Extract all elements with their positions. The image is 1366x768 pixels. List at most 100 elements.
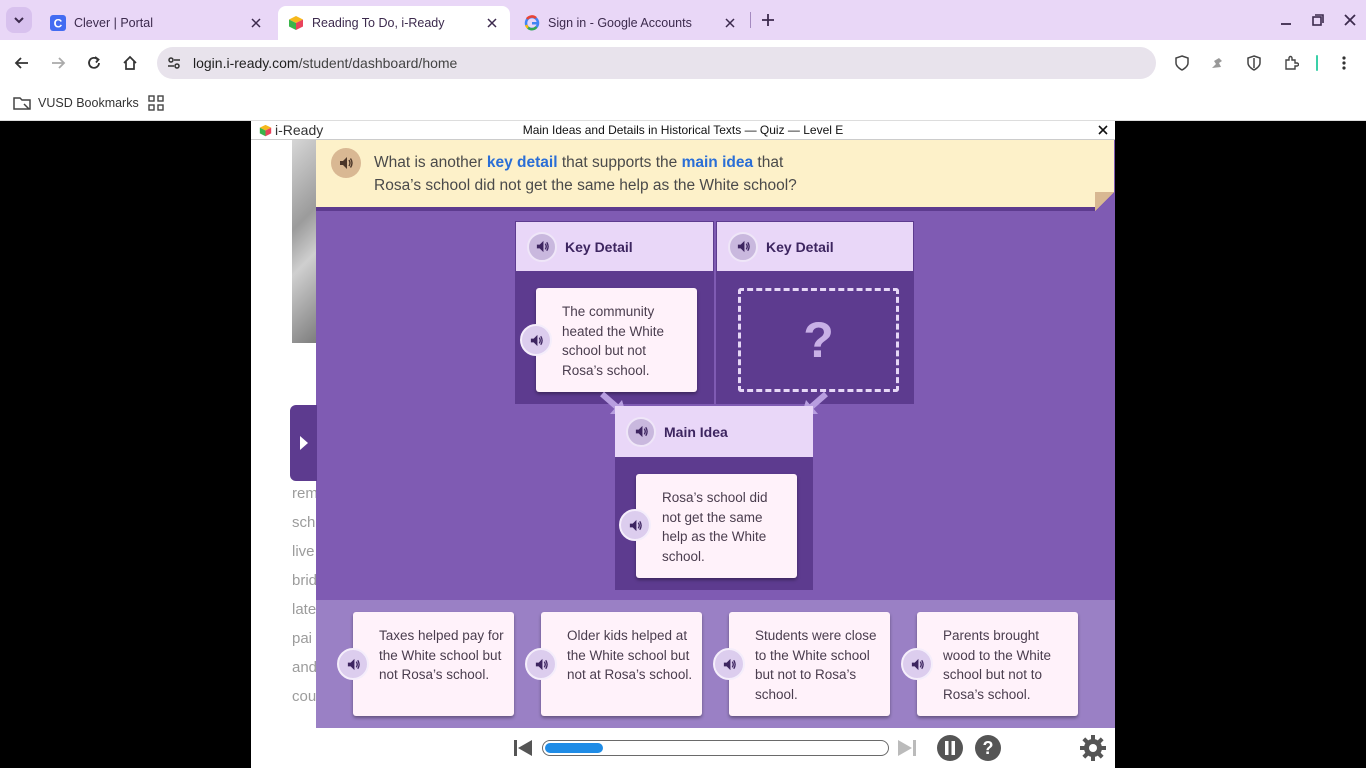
answer-text: Parents brought wood to the White school… <box>943 628 1052 702</box>
tab-label: Reading To Do, i-Ready <box>312 16 445 30</box>
help-button[interactable]: ? <box>973 734 1003 762</box>
close-icon[interactable] <box>484 15 500 31</box>
main-idea-card: Rosa’s school did not get the same help … <box>636 474 797 578</box>
main-idea-term[interactable]: main idea <box>682 154 754 171</box>
extensions-button[interactable] <box>1281 53 1301 73</box>
shield-extension-button[interactable] <box>1172 53 1192 73</box>
pause-button[interactable] <box>935 734 965 762</box>
answer-audio-button[interactable] <box>901 648 933 680</box>
question-part: that <box>753 154 784 171</box>
menu-button[interactable] <box>1334 53 1354 73</box>
speaker-icon <box>723 658 736 670</box>
home-icon <box>123 55 137 70</box>
settings-button[interactable] <box>1078 734 1108 762</box>
bookmark-label: VUSD Bookmarks <box>38 96 139 110</box>
question-audio-button[interactable] <box>331 148 361 178</box>
answer-drop-zone[interactable]: ? <box>738 288 899 392</box>
speaker-icon <box>530 334 543 346</box>
arrow-right-icon <box>52 57 66 69</box>
pinned-extension-button[interactable] <box>1207 53 1227 73</box>
plus-icon <box>762 14 774 26</box>
answer-card-2[interactable]: Older kids helped at the White school bu… <box>541 612 702 716</box>
main-idea-heading: Main Idea <box>664 423 728 440</box>
minimize-button[interactable] <box>1274 8 1298 32</box>
speaker-icon <box>535 658 548 670</box>
key-detail-heading: Key Detail <box>565 238 633 255</box>
previous-button[interactable] <box>508 734 538 762</box>
url-path: /student/dashboard/home <box>298 55 458 71</box>
close-lesson-button[interactable] <box>1095 122 1111 138</box>
site-info-icon[interactable] <box>165 54 183 72</box>
key-detail-header-2: Key Detail <box>717 222 913 271</box>
restore-button[interactable] <box>1306 8 1330 32</box>
speaker-icon <box>629 519 642 531</box>
new-tab-button[interactable] <box>758 10 778 30</box>
tab-label: Clever | Portal <box>74 16 153 30</box>
passage-fragment: brid <box>292 572 318 589</box>
iready-icon <box>288 15 304 31</box>
shield-check-extension-button[interactable] <box>1244 53 1264 73</box>
speaker-icon <box>347 658 360 670</box>
progress-fill <box>545 743 603 753</box>
gear-icon <box>1080 735 1106 761</box>
tab-google[interactable]: Sign in - Google Accounts <box>514 6 748 40</box>
tab-iready[interactable]: Reading To Do, i-Ready <box>278 6 510 40</box>
answer-audio-button[interactable] <box>337 648 369 680</box>
help-icon: ? <box>975 735 1001 761</box>
close-icon <box>1098 125 1108 135</box>
speaker-icon <box>737 240 750 253</box>
profile-indicator <box>1316 55 1318 71</box>
chevron-down-icon <box>14 17 24 24</box>
svg-text:?: ? <box>983 738 994 758</box>
tab-clever[interactable]: C Clever | Portal <box>40 6 274 40</box>
answer-card-3[interactable]: Students were close to the White school … <box>729 612 890 716</box>
passage-fragment: pai <box>292 630 313 647</box>
answer-card-4[interactable]: Parents brought wood to the White school… <box>917 612 1078 716</box>
answer-audio-button[interactable] <box>713 648 745 680</box>
page-fold <box>1095 192 1114 211</box>
answer-text: Taxes helped pay for the White school bu… <box>379 628 504 682</box>
passage-fragment: rem <box>292 485 318 502</box>
shield-icon <box>1175 55 1189 71</box>
question-line-2: Rosa’s school did not get the same help … <box>374 177 797 194</box>
bookmark-folder-vusd[interactable]: VUSD Bookmarks <box>12 92 139 114</box>
next-button[interactable] <box>892 734 922 762</box>
key-detail-term[interactable]: key detail <box>487 154 558 171</box>
key-detail-audio-button[interactable] <box>527 231 557 262</box>
card-audio-button[interactable] <box>619 509 651 541</box>
question-part: that supports the <box>557 154 682 171</box>
home-button[interactable] <box>118 51 142 75</box>
question-part: What is another <box>374 154 487 171</box>
key-detail-card-1[interactable]: The community heated the White school bu… <box>536 288 697 392</box>
tab-search-button[interactable] <box>6 7 32 33</box>
passage-fragment: late <box>292 601 317 618</box>
forward-button[interactable] <box>46 51 70 75</box>
answer-audio-button[interactable] <box>525 648 557 680</box>
play-right-icon <box>299 436 308 450</box>
address-bar[interactable]: login.i-ready.com/student/dashboard/home <box>157 47 1156 79</box>
reload-button[interactable] <box>82 51 106 75</box>
expand-passage-button[interactable] <box>290 405 317 481</box>
key-detail-heading: Key Detail <box>766 238 834 255</box>
back-button[interactable] <box>10 51 34 75</box>
minimize-icon <box>1281 23 1291 25</box>
close-icon[interactable] <box>722 15 738 31</box>
svg-text:C: C <box>54 17 63 31</box>
card-audio-button[interactable] <box>520 324 552 356</box>
lesson-title: Main Ideas and Details in Historical Tex… <box>522 123 844 137</box>
speaker-icon <box>911 658 924 670</box>
close-window-button[interactable] <box>1338 8 1362 32</box>
puzzle-alt-icon <box>1212 58 1222 68</box>
skip-back-icon <box>514 740 532 756</box>
url-text: login.i-ready.com/student/dashboard/home <box>193 55 457 71</box>
main-idea-header: Main Idea <box>615 406 813 457</box>
answer-card-1[interactable]: Taxes helped pay for the White school bu… <box>353 612 514 716</box>
speaker-icon <box>536 240 549 253</box>
apps-button[interactable] <box>148 92 164 114</box>
restore-icon <box>1312 14 1324 26</box>
close-icon[interactable] <box>248 15 264 31</box>
key-detail-audio-button[interactable] <box>728 231 758 262</box>
apps-grid-icon <box>148 95 164 111</box>
skip-forward-icon <box>898 740 916 756</box>
main-idea-audio-button[interactable] <box>626 416 656 447</box>
